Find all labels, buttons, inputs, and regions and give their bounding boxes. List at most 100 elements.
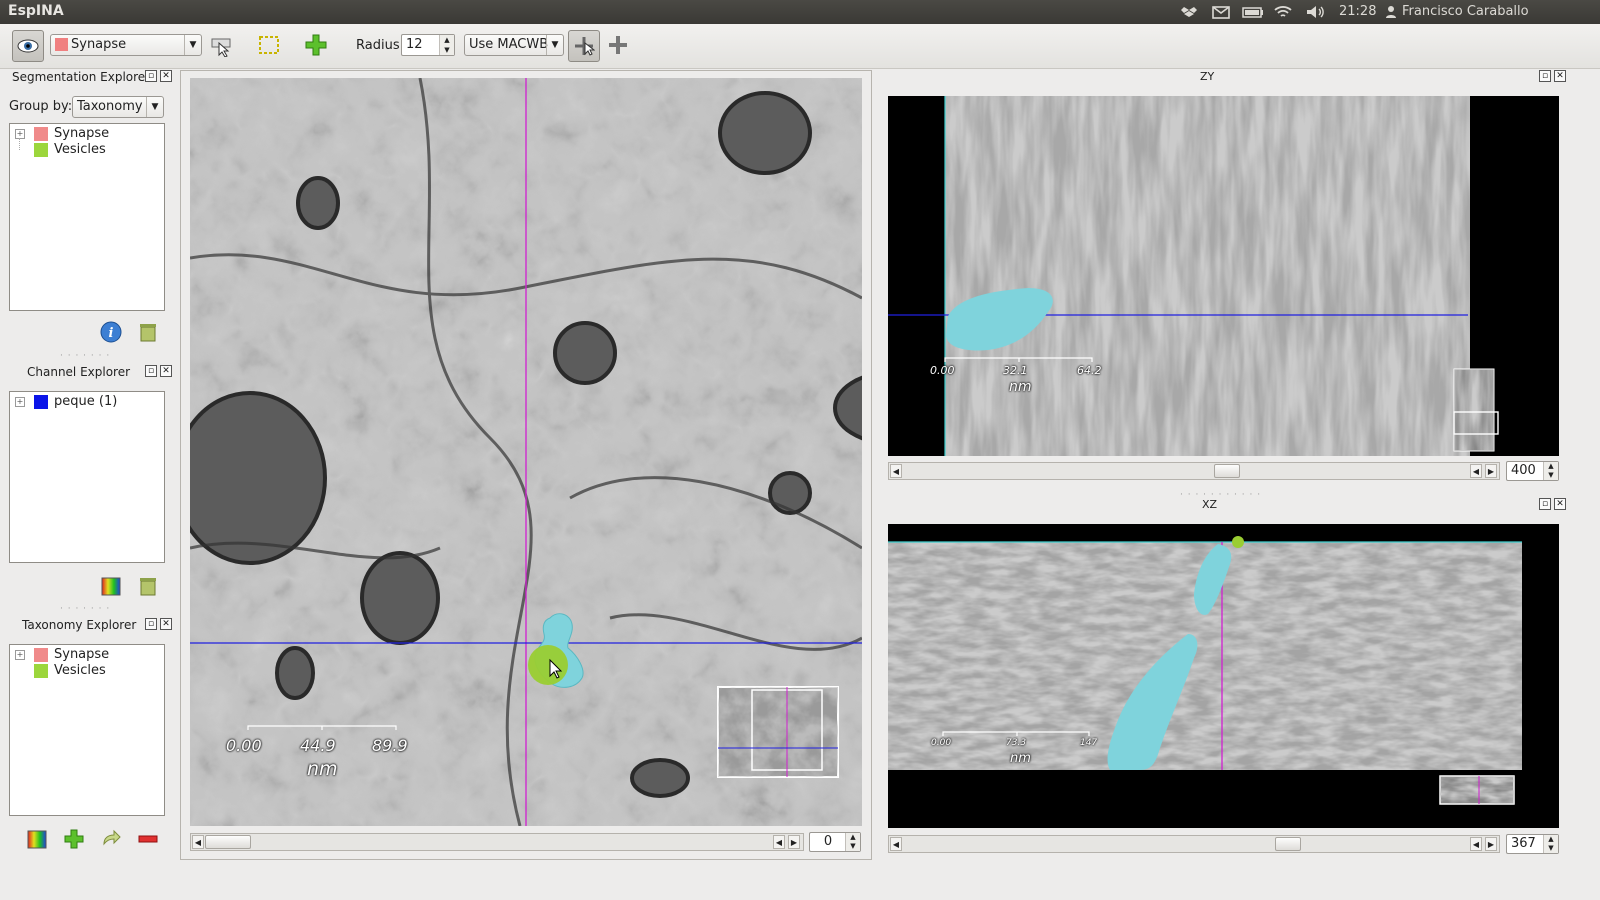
dropbox-icon[interactable] <box>1180 4 1198 24</box>
taxonomy-explorer-title: Taxonomy Explorer <box>22 618 137 632</box>
trash-icon[interactable] <box>137 575 159 597</box>
remove-taxonomy-icon[interactable] <box>137 828 159 850</box>
splitter-handle[interactable]: · · · · · · · <box>60 604 110 614</box>
group-by-label: Group by: <box>9 99 73 114</box>
scroll-left-icon[interactable]: ◀ <box>890 464 902 478</box>
spin-arrows-icon[interactable]: ▲ ▼ <box>845 833 860 851</box>
scale-label-1: 73.3 <box>1006 738 1027 748</box>
tree-item-channel[interactable]: peque (1) <box>54 394 117 410</box>
user-icon <box>1385 4 1397 24</box>
xz-slice-scrollbar[interactable]: ◀ ◀ ▶ <box>888 835 1500 853</box>
svg-text:i: i <box>109 326 114 341</box>
scale-label-0: 0.00 <box>931 738 952 748</box>
scroll-left-icon[interactable]: ◀ <box>890 837 902 851</box>
scroll-right-icon[interactable]: ▶ <box>1485 464 1497 478</box>
scroll-left-icon[interactable]: ◀ <box>192 835 204 849</box>
close-icon[interactable]: ✕ <box>1554 70 1566 82</box>
scale-label-0: 0.00 <box>930 364 955 377</box>
splitter-handle[interactable]: · · · · · · · · · · · <box>1180 490 1261 500</box>
add-taxonomy-icon[interactable] <box>63 828 85 850</box>
tree-item-synapse[interactable]: Synapse <box>54 126 109 142</box>
scroll-right-icon[interactable]: ▶ <box>1485 837 1497 851</box>
segmentation-tree[interactable]: + Synapse Vesicles <box>9 123 165 311</box>
group-by-select[interactable]: Taxonomy ▼ <box>72 96 164 118</box>
scale-label-1: 32.1 <box>1003 364 1028 377</box>
tree-item-vesicles[interactable]: Vesicles <box>54 142 106 158</box>
trash-icon[interactable] <box>137 321 159 343</box>
spin-arrows-icon[interactable]: ▲ ▼ <box>1543 462 1558 480</box>
xz-slice-spinbox[interactable]: 367 ▲ ▼ <box>1506 834 1559 854</box>
app-name: EspINA <box>8 3 64 19</box>
close-icon[interactable]: ✕ <box>160 365 172 377</box>
float-dock-icon[interactable]: ▫ <box>145 365 157 377</box>
brush-cursor <box>528 645 568 685</box>
radius-value: 12 <box>406 37 423 52</box>
em-image-xy <box>190 78 862 826</box>
expand-icon[interactable]: + <box>15 397 25 407</box>
xy-slice-value: 0 <box>823 834 833 849</box>
zy-view-canvas[interactable]: 0.00 32.1 64.2 nm <box>888 96 1559 456</box>
selection-rect-icon[interactable] <box>254 30 284 60</box>
close-icon[interactable]: ✕ <box>160 618 172 630</box>
segmentation-select-value: Synapse <box>71 37 127 52</box>
scroll-left-icon[interactable]: ◀ <box>1470 464 1482 478</box>
xy-slice-scrollbar[interactable]: ◀ ◀ ▶ <box>190 833 804 851</box>
pointer-brush-icon[interactable] <box>206 30 236 60</box>
move-arrow-icon[interactable] <box>100 828 122 850</box>
filter-select[interactable]: Use MACWB ▼ <box>464 34 564 56</box>
xy-view-canvas[interactable]: 0.00 44.9 89.9 nm <box>190 78 862 826</box>
scroll-left-icon[interactable]: ◀ <box>1470 837 1482 851</box>
tree-item-synapse[interactable]: Synapse <box>54 647 109 663</box>
segmentation-color-swatch <box>55 38 68 51</box>
volume-icon[interactable] <box>1305 4 1327 24</box>
info-icon[interactable]: i <box>100 321 122 343</box>
battery-icon[interactable] <box>1242 4 1264 24</box>
scroll-left-icon[interactable]: ◀ <box>773 835 785 849</box>
channel-tree[interactable]: + peque (1) <box>9 391 165 563</box>
scroll-right-icon[interactable]: ▶ <box>788 835 800 849</box>
zy-slice-spinbox[interactable]: 400 ▲ ▼ <box>1506 461 1559 481</box>
xz-view-canvas[interactable]: 0.00 73.3 147 nm <box>888 524 1559 828</box>
scroll-thumb[interactable] <box>1214 464 1240 478</box>
scroll-thumb[interactable] <box>1275 837 1301 851</box>
crosshair-icon[interactable] <box>603 30 633 60</box>
xy-slice-spinbox[interactable]: 0 ▲ ▼ <box>809 832 861 852</box>
scale-label-1: 44.9 <box>300 736 336 755</box>
color-palette-icon[interactable] <box>100 575 122 597</box>
float-dock-icon[interactable]: ▫ <box>145 70 157 82</box>
wifi-icon[interactable] <box>1273 4 1293 24</box>
synapse-color-swatch <box>34 648 48 662</box>
xz-slice-value: 367 <box>1511 836 1536 851</box>
float-dock-icon[interactable]: ▫ <box>1539 70 1551 82</box>
zy-slice-value: 400 <box>1511 463 1536 478</box>
scale-unit: nm <box>1010 751 1031 766</box>
eye-icon[interactable] <box>12 30 44 62</box>
scale-unit: nm <box>307 758 338 780</box>
splitter-handle[interactable]: · · · · · · · <box>60 351 110 361</box>
scale-label-0: 0.00 <box>226 736 262 755</box>
user-name[interactable]: Francisco Caraballo <box>1402 4 1529 19</box>
color-palette-icon[interactable] <box>26 828 48 850</box>
radius-spinbox[interactable]: 12 ▲ ▼ <box>401 34 455 56</box>
vesicles-color-swatch <box>34 143 48 157</box>
expand-icon[interactable]: + <box>15 650 25 660</box>
mail-icon[interactable] <box>1212 4 1230 24</box>
spin-arrows-icon[interactable]: ▲ ▼ <box>1543 835 1558 853</box>
scale-label-2: 64.2 <box>1077 364 1102 377</box>
zy-slice-scrollbar[interactable]: ◀ ◀ ▶ <box>888 462 1500 480</box>
clock[interactable]: 21:28 <box>1339 4 1376 19</box>
chevron-down-icon: ▼ <box>184 35 201 55</box>
spin-arrows-icon[interactable]: ▲ ▼ <box>439 35 454 55</box>
close-icon[interactable]: ✕ <box>1554 498 1566 510</box>
chevron-down-icon: ▼ <box>146 97 163 117</box>
taxonomy-tree[interactable]: + Synapse Vesicles <box>9 644 165 816</box>
float-dock-icon[interactable]: ▫ <box>145 618 157 630</box>
seed-tool-icon[interactable] <box>568 30 600 62</box>
tree-item-vesicles[interactable]: Vesicles <box>54 663 106 679</box>
scroll-thumb[interactable] <box>205 835 251 849</box>
segmentation-select[interactable]: Synapse ▼ <box>50 34 202 56</box>
em-image-zy <box>888 96 1499 456</box>
float-dock-icon[interactable]: ▫ <box>1539 498 1551 510</box>
close-icon[interactable]: ✕ <box>160 70 172 82</box>
add-segmentation-icon[interactable] <box>301 30 331 60</box>
